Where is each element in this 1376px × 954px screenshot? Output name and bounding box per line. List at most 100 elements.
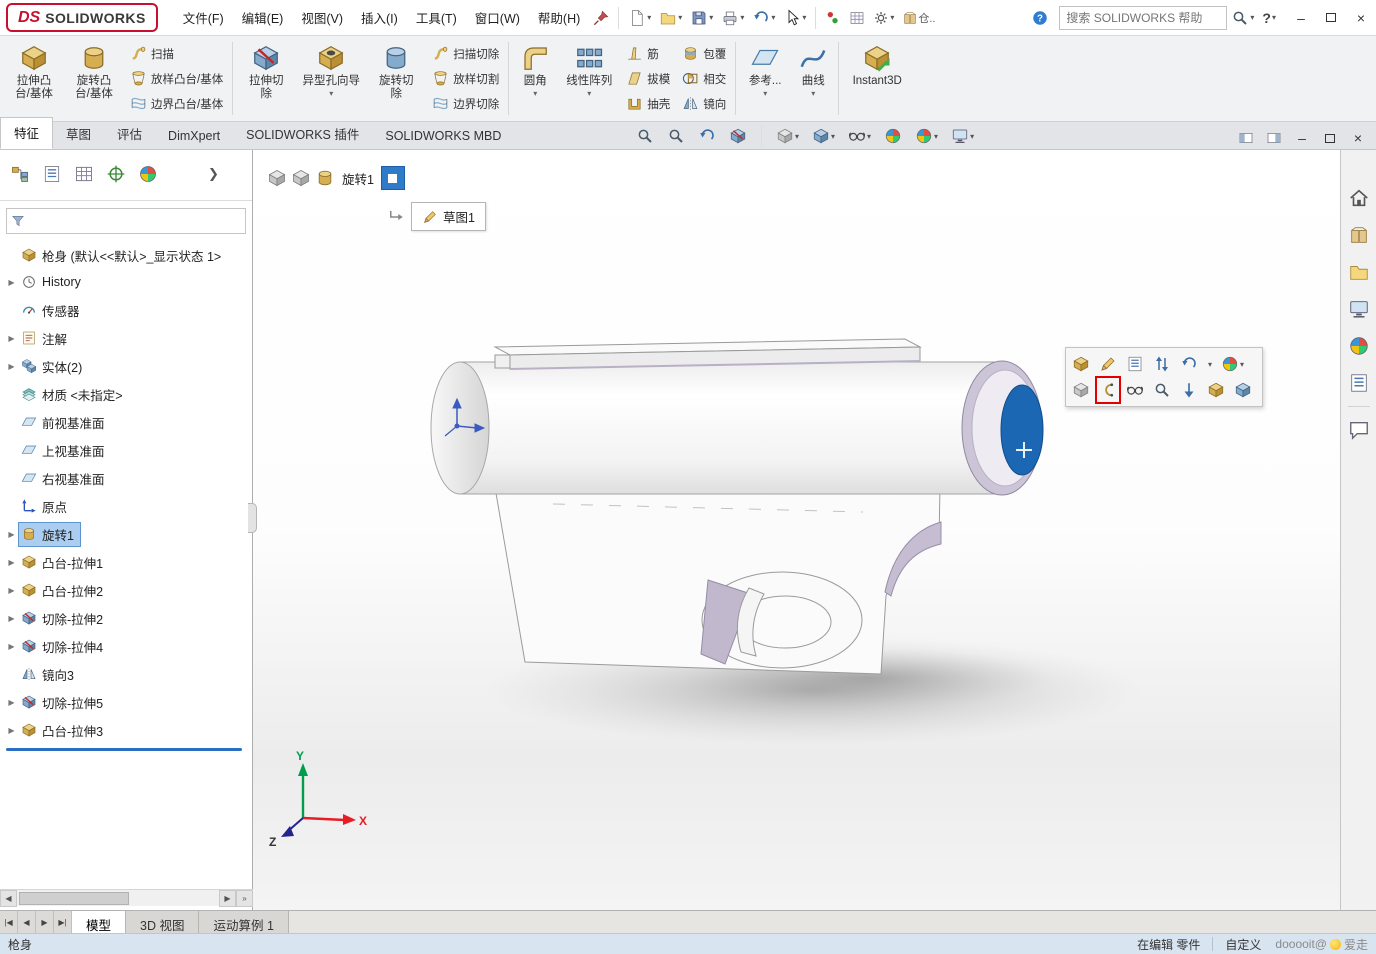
panel-flyout-button[interactable]: » [236,890,253,907]
design-library-button[interactable] [1345,221,1373,249]
grid-options-button[interactable] [846,5,868,31]
shell-button[interactable]: 抽壳 [626,92,670,115]
menu-insert[interactable]: 插入(I) [352,3,407,32]
tree-item-cut-extrude5[interactable]: ▶切除-拉伸5 [0,688,252,716]
breadcrumb-feature-label[interactable]: 旋转1 [342,169,374,188]
open-button[interactable]: ▾ [656,5,685,31]
view-orientation-button[interactable]: ▾ [773,125,802,147]
rollback-button[interactable] [1151,352,1173,376]
swept-cut-button[interactable]: 扫描切除 [432,42,499,65]
panel-splitter-handle[interactable] [248,503,257,533]
expander-icon[interactable]: ▶ [5,726,18,735]
tab-solidworks-mbd[interactable]: SOLIDWORKS MBD [372,124,514,149]
normal-to-button[interactable] [1178,378,1200,402]
zoom-area-button[interactable] [664,125,688,147]
status-custom-button[interactable]: 自定义 [1225,936,1261,953]
mirror-button[interactable]: 镜向 [682,92,726,115]
intersect-button[interactable]: 相交 [682,67,726,90]
right-panel-toggle-button[interactable] [1263,125,1285,151]
tab-dimxpert[interactable]: DimXpert [155,124,233,149]
warehouse-button[interactable]: 仓.. [899,5,938,31]
panel-expand-chevron[interactable]: ❯ [208,166,219,182]
tree-root[interactable]: 枪身 (默认<<默认>_显示状态 1> [0,242,252,268]
menu-window[interactable]: 窗口(W) [466,3,529,32]
linear-pattern-button[interactable]: 线性阵列▾ [558,38,620,119]
revolve-breadcrumb-icon[interactable] [315,168,335,188]
edit-appearance-button[interactable] [881,125,905,147]
custom-properties-button[interactable] [1345,369,1373,397]
comments-button[interactable] [1345,416,1373,444]
edit-sketch-button[interactable] [1097,352,1119,376]
menu-edit[interactable]: 编辑(E) [233,3,293,32]
undo-button[interactable]: ▾ [749,5,778,31]
tree-horizontal-scrollbar[interactable]: ◀ ▶ » [0,889,253,906]
instant3d-button[interactable]: Instant3D [842,38,912,119]
part-breadcrumb-icon[interactable] [267,168,287,188]
zoom-to-selection-button[interactable] [1151,378,1173,402]
help-circle-button[interactable] [1028,5,1052,31]
edit-feature-button[interactable] [1070,352,1092,376]
hide-show-items-button[interactable]: ▾ [845,125,874,147]
featuremanager-tab[interactable] [10,164,30,184]
resources-button[interactable] [1345,184,1373,212]
tree-item-solid-bodies[interactable]: ▶实体(2) [0,352,252,380]
extruded-cut-button[interactable]: 拉伸切除 [236,38,296,119]
tree-item-boss-extrude1[interactable]: ▶凸台-拉伸1 [0,548,252,576]
appearance-button[interactable]: ▾ [1219,352,1246,376]
appearances-button[interactable] [1345,332,1373,360]
revolved-boss-button[interactable]: 旋转凸台/基体 [64,38,124,119]
expander-icon[interactable]: ▶ [5,278,18,287]
menu-help[interactable]: 帮助(H) [529,3,589,32]
extruded-boss-button[interactable]: 拉伸凸台/基体 [4,38,64,119]
tree-item-top-plane[interactable]: 上视基准面 [0,436,252,464]
lofted-boss-button[interactable]: 放样凸台/基体 [130,67,223,90]
menu-tools[interactable]: 工具(T) [407,3,466,32]
tree-item-cut-extrude4[interactable]: ▶切除-拉伸4 [0,632,252,660]
scroll-right-button[interactable]: ▶ [219,890,236,907]
selected-circular-face[interactable] [1001,385,1043,475]
zoom-fit-button[interactable] [633,125,657,147]
wrap-button[interactable]: 包覆 [682,42,726,65]
swept-boss-button[interactable]: 扫描 [130,42,223,65]
view-palette-button[interactable] [1345,295,1373,323]
pin-menu-button[interactable] [590,5,612,31]
doc-close-button[interactable]: × [1346,127,1370,149]
previous-view-button[interactable] [695,125,719,147]
search-input[interactable] [1060,11,1226,25]
model-cylinder[interactable] [460,362,1001,494]
tab-motion-study[interactable]: 运动算例 1 [199,911,288,933]
expander-icon[interactable]: ▶ [5,558,18,567]
select-button[interactable]: ▾ [780,5,809,31]
options-button[interactable]: ▾ [870,5,897,31]
first-tab-button[interactable]: |◀ [0,911,18,933]
tree-item-history[interactable]: ▶History [0,268,252,296]
hide-button[interactable] [1124,378,1146,402]
curves-button[interactable]: 曲线▾ [791,38,835,119]
configurationmanager-tab[interactable] [74,164,94,184]
reference-geometry-button[interactable]: 参考...▾ [739,38,791,119]
tab-3d-views[interactable]: 3D 视图 [126,911,199,933]
tree-item-sensors[interactable]: 传感器 [0,296,252,324]
revolved-cut-button[interactable]: 旋转切除 [366,38,426,119]
doc-minimize-button[interactable]: – [1290,127,1314,149]
model-canvas[interactable]: Y X Z [253,150,1340,910]
tab-evaluate[interactable]: 评估 [104,119,155,149]
search-button[interactable]: ▾ [1228,5,1257,31]
tree-item-origin[interactable]: 原点 [0,492,252,520]
print-button[interactable]: ▾ [718,5,747,31]
displaymanager-tab[interactable] [138,164,158,184]
select-body-button[interactable] [1205,378,1227,402]
propertymanager-tab[interactable] [42,164,62,184]
expander-icon[interactable]: ▶ [5,334,18,343]
tab-features[interactable]: 特征 [0,117,53,149]
sketch-breadcrumb-button[interactable]: 草图1 [411,202,486,231]
lofted-cut-button[interactable]: 放样切割 [432,67,499,90]
help-menu-button[interactable]: ?▾ [1259,5,1279,31]
expander-icon[interactable]: ▶ [5,698,18,707]
expander-icon[interactable]: ▶ [5,362,18,371]
new-document-button[interactable]: ▾ [625,5,654,31]
draft-button[interactable]: 拔模 [626,67,670,90]
last-tab-button[interactable]: ▶| [54,911,72,933]
tab-solidworks-addins[interactable]: SOLIDWORKS 插件 [233,119,372,149]
tree-item-right-plane[interactable]: 右视基准面 [0,464,252,492]
